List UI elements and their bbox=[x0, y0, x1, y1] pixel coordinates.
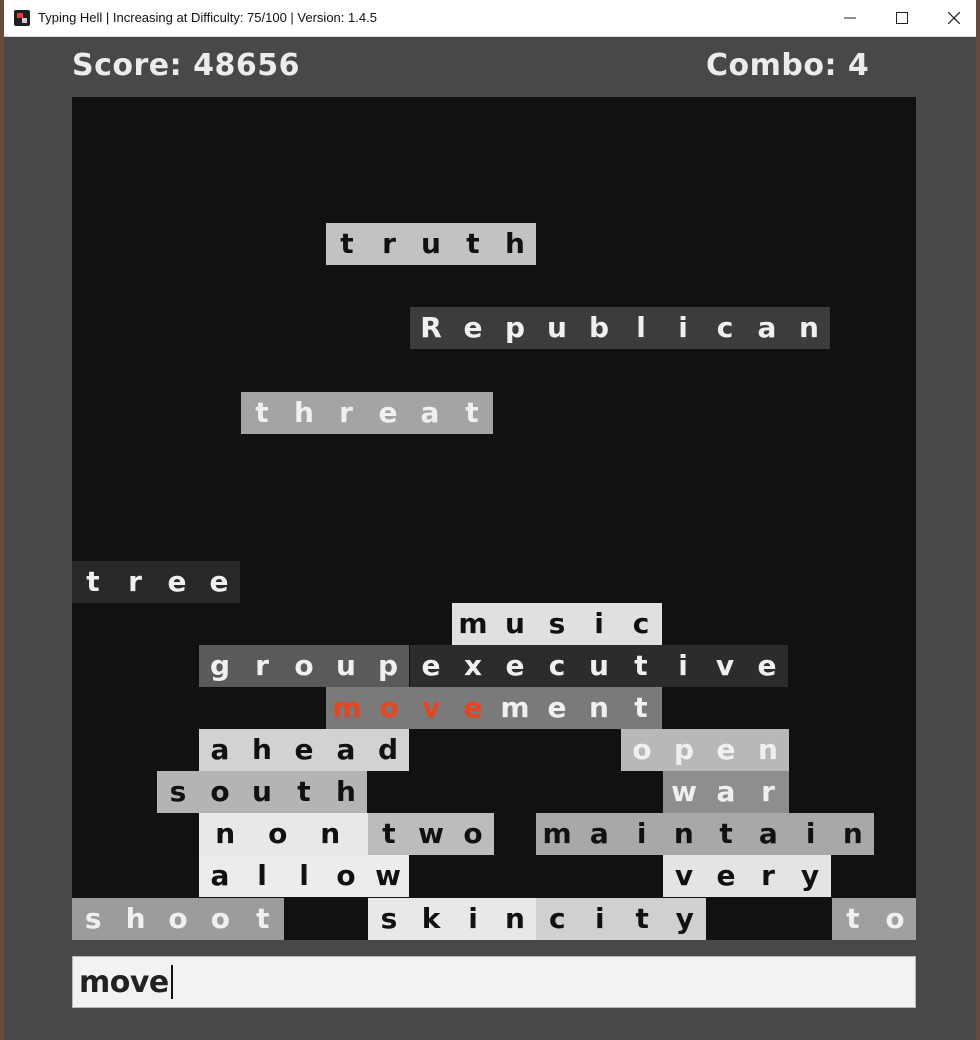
word-tile-republican: Republican bbox=[410, 307, 830, 349]
game-window: Typing Hell | Increasing at Difficulty: … bbox=[4, 0, 976, 1040]
word-tile-tree: tree bbox=[72, 561, 240, 603]
combo-display: Combo: 4 bbox=[706, 48, 870, 83]
word-tile-south: south bbox=[157, 771, 367, 813]
close-icon bbox=[948, 12, 960, 24]
word-tile-movement: movement bbox=[326, 687, 662, 729]
word-tile-city: city bbox=[536, 898, 706, 940]
typing-input-value: move bbox=[79, 965, 169, 1000]
word-tile-music: music bbox=[452, 603, 662, 645]
word-tile-maintain: maintain bbox=[536, 813, 874, 855]
window-title: Typing Hell | Increasing at Difficulty: … bbox=[38, 10, 377, 25]
word-tile-threat: threat bbox=[241, 392, 493, 434]
word-tile-truth: truth bbox=[326, 223, 536, 265]
maximize-button[interactable] bbox=[876, 0, 928, 36]
score-display: Score: 48656 bbox=[72, 48, 300, 83]
app-icon bbox=[14, 10, 30, 26]
word-tile-open: open bbox=[621, 729, 789, 771]
word-tile-executive: executive bbox=[410, 645, 788, 687]
close-button[interactable] bbox=[928, 0, 976, 36]
word-tile-skin: skin bbox=[368, 898, 536, 940]
word-tile-shoot: shoot bbox=[72, 898, 284, 940]
minimize-button[interactable] bbox=[824, 0, 876, 36]
maximize-icon bbox=[896, 12, 908, 24]
title-bar[interactable]: Typing Hell | Increasing at Difficulty: … bbox=[4, 0, 976, 37]
text-caret bbox=[170, 964, 173, 999]
word-tile-to: to bbox=[832, 898, 916, 940]
word-tile-group: group bbox=[199, 645, 409, 687]
word-tile-very: very bbox=[663, 855, 831, 897]
playfield: truth Republican threat tree music groupexecu… bbox=[72, 97, 916, 940]
word-tile-allow: allow bbox=[199, 855, 409, 897]
minimize-icon bbox=[844, 17, 856, 19]
word-tile-war: war bbox=[663, 771, 789, 813]
typing-input[interactable]: move bbox=[72, 956, 916, 1008]
word-tile-ahead: ahead bbox=[199, 729, 409, 771]
word-tile-two: two bbox=[368, 813, 494, 855]
